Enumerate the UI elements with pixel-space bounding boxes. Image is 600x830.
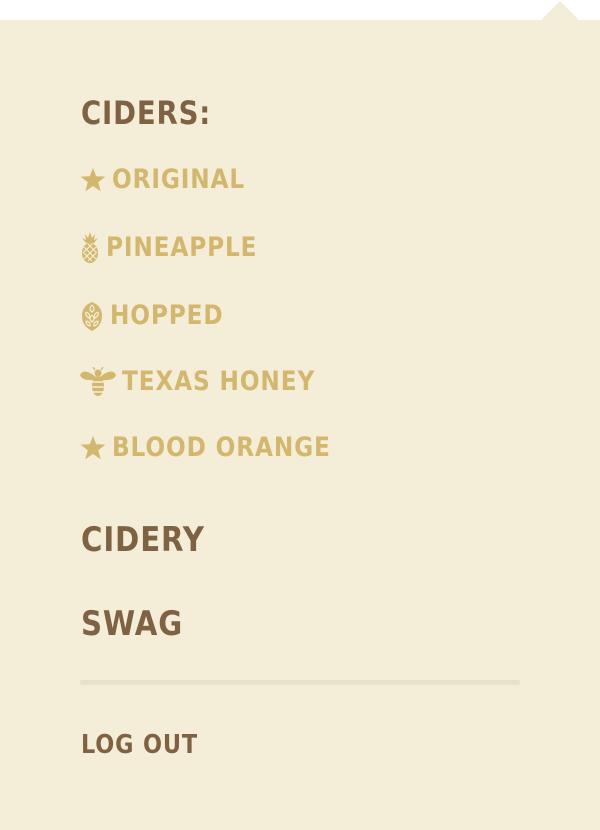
nav-link-cidery[interactable]: CIDERY bbox=[81, 519, 205, 561]
cider-item-label: PINEAPPLE bbox=[106, 232, 258, 263]
cider-item-label: HOPPED bbox=[110, 300, 224, 331]
cider-item-label: TEXAS HONEY bbox=[122, 366, 316, 397]
dropdown-caret bbox=[541, 1, 579, 20]
ciders-heading: CIDERS: bbox=[81, 94, 212, 132]
star-icon bbox=[80, 168, 106, 192]
top-bar bbox=[0, 0, 600, 20]
bee-icon bbox=[80, 367, 116, 397]
nav-link-swag[interactable]: SWAG bbox=[81, 603, 183, 645]
cider-item-pineapple[interactable]: PINEAPPLE bbox=[80, 228, 282, 268]
cider-item-texas-honey[interactable]: TEXAS HONEY bbox=[80, 362, 347, 402]
cider-item-blood-orange[interactable]: BLOOD ORANGE bbox=[80, 428, 366, 468]
cider-item-label: BLOOD ORANGE bbox=[112, 432, 331, 463]
logout-link[interactable]: LOG OUT bbox=[81, 726, 198, 764]
dropdown-menu-panel bbox=[0, 20, 600, 830]
cider-item-hopped[interactable]: HOPPED bbox=[80, 296, 242, 336]
pineapple-icon bbox=[80, 232, 100, 264]
menu-divider bbox=[80, 680, 520, 685]
cider-item-label: ORIGINAL bbox=[112, 164, 246, 195]
cider-item-original[interactable]: ORIGINAL bbox=[80, 160, 267, 200]
star-icon bbox=[80, 436, 106, 460]
hop-icon bbox=[80, 300, 104, 332]
